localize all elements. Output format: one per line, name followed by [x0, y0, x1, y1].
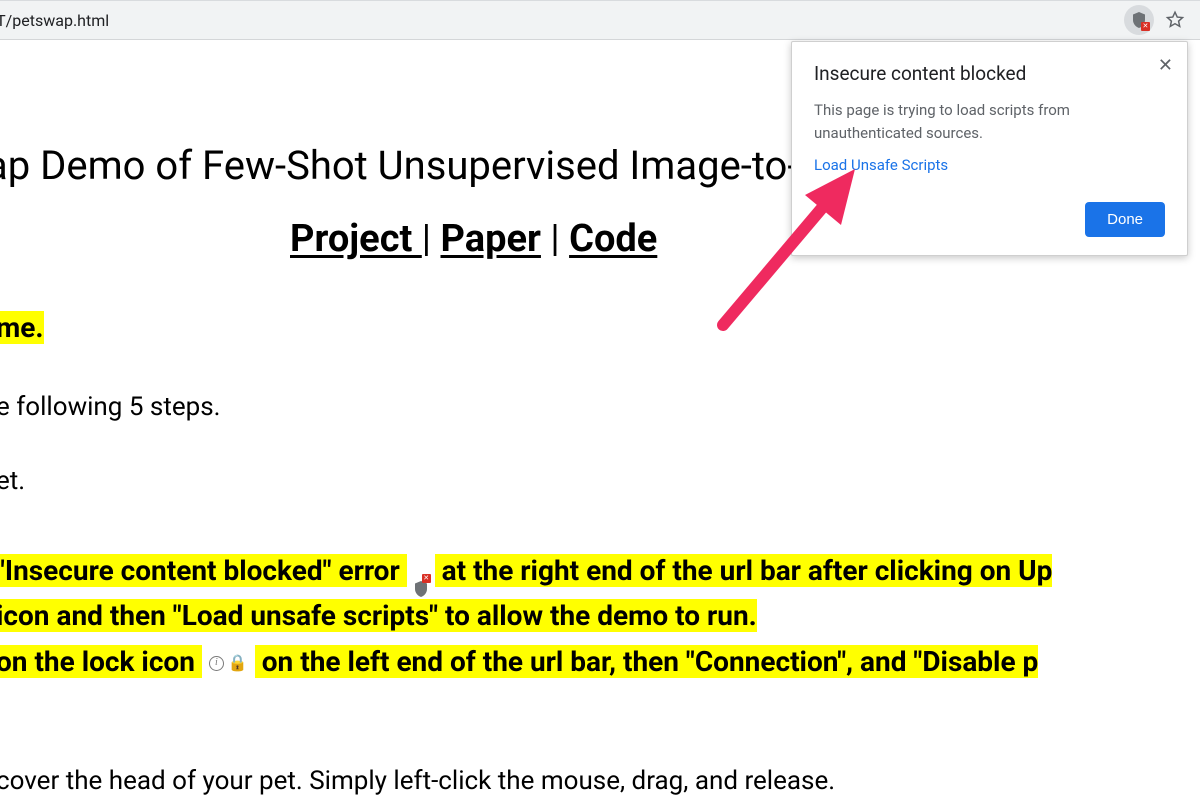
- code-link[interactable]: Code: [569, 217, 657, 261]
- hl-text-2: icon and then "Load unsafe scripts" to a…: [0, 599, 757, 632]
- info-icon: i: [209, 656, 224, 671]
- lock-info-icon-inline: i🔒: [206, 650, 251, 676]
- nav-sep-2: |: [541, 217, 569, 261]
- hl-text-3a: on the lock icon: [0, 645, 202, 678]
- close-icon[interactable]: ✕: [1158, 56, 1173, 74]
- insecure-content-popup: ✕ Insecure content blocked This page is …: [791, 41, 1188, 256]
- hl-text-1b: at the right end of the url bar after cl…: [435, 554, 1053, 587]
- shield-icon-inline: [411, 560, 431, 586]
- text-fragment-steps: e following 5 steps.: [0, 392, 1200, 422]
- bookmark-star-icon[interactable]: [1164, 9, 1186, 31]
- load-unsafe-scripts-link[interactable]: Load Unsafe Scripts: [814, 156, 948, 174]
- address-bar: IT/petswap.html: [0, 0, 1200, 40]
- insecure-content-indicator[interactable]: [1124, 5, 1154, 35]
- nav-sep-1: |: [422, 217, 441, 261]
- text-fragment-me: me.: [0, 311, 1200, 344]
- popup-body: This page is trying to load scripts from…: [814, 99, 1165, 144]
- hl-text-1a: "Insecure content blocked" error: [0, 554, 407, 587]
- project-link[interactable]: Project: [290, 217, 422, 261]
- text-fragment-et: et.: [0, 466, 1200, 496]
- url-text[interactable]: IT/petswap.html: [0, 11, 109, 30]
- paper-link[interactable]: Paper: [441, 217, 541, 261]
- hl-text-3b: on the left end of the url bar, then "Co…: [255, 645, 1039, 678]
- popup-title: Insecure content blocked: [814, 62, 1165, 85]
- shield-icon: [1132, 12, 1146, 28]
- text-fragment-cover: cover the head of your pet. Simply left-…: [0, 766, 1200, 796]
- done-button[interactable]: Done: [1085, 202, 1165, 237]
- lock-icon: 🔒: [228, 650, 248, 676]
- highlighted-instructions: "Insecure content blocked" error at the …: [0, 548, 1200, 684]
